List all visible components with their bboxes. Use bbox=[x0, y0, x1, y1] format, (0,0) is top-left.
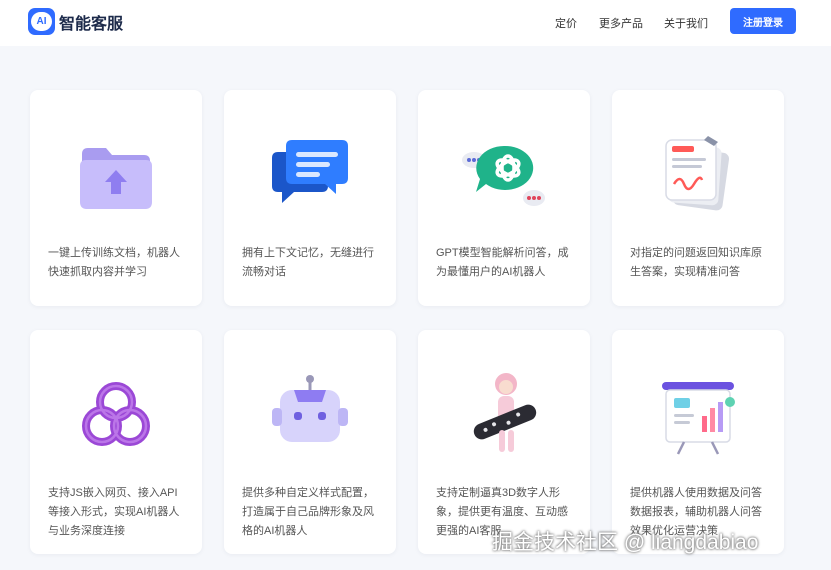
knot-icon bbox=[82, 382, 150, 446]
feature-card-analytics: 提供机器人使用数据及问答数据报表，辅助机器人问答效果优化运营决策 bbox=[612, 330, 784, 554]
feature-text: GPT模型智能解析问答，成为最懂用户的AI机器人 bbox=[436, 247, 569, 278]
feature-card-knowledge: 对指定的问题返回知识库原生答案，实现精准问答 bbox=[612, 90, 784, 306]
feature-card-gpt: GPT模型智能解析问答，成为最懂用户的AI机器人 bbox=[418, 90, 590, 306]
document-stack-icon bbox=[665, 136, 730, 211]
register-login-button[interactable]: 注册登录 bbox=[730, 8, 796, 34]
ai-badge-icon: AI bbox=[28, 8, 55, 35]
feature-text: 一键上传训练文档，机器人快速抓取内容并学习 bbox=[48, 247, 180, 278]
nav-more-products[interactable]: 更多产品 bbox=[599, 15, 643, 31]
robot-icon bbox=[272, 375, 348, 442]
feature-card-digital-human: 支持定制逼真3D数字人形象，提供更有温度、互动感更强的AI客服 bbox=[418, 330, 590, 554]
chat-bubble-icon bbox=[272, 140, 348, 203]
top-navbar: AI 智能客服 定价 更多产品 关于我们 注册登录 bbox=[0, 0, 831, 46]
feature-text: 对指定的问题返回知识库原生答案，实现精准问答 bbox=[630, 247, 762, 278]
data-board-icon bbox=[662, 382, 735, 455]
nav-about[interactable]: 关于我们 bbox=[664, 15, 708, 31]
feature-card-integration: 支持JS嵌入网页、接入API等接入形式，实现AI机器人与业务深度连接 bbox=[30, 330, 202, 554]
openai-logo-icon bbox=[462, 145, 545, 206]
brand-logo[interactable]: AI 智能客服 bbox=[28, 8, 123, 35]
feature-card-upload: 一键上传训练文档，机器人快速抓取内容并学习 bbox=[30, 90, 202, 306]
watermark-text: 掘金技术社区 @ liangdabiao bbox=[492, 531, 759, 554]
avatar-figure-icon bbox=[473, 373, 537, 452]
feature-text: 拥有上下文记忆，无缝进行流畅对话 bbox=[242, 247, 374, 278]
folder-upload-icon bbox=[80, 148, 152, 209]
brand-name: 智能客服 bbox=[59, 15, 124, 33]
ai-badge-text: AI bbox=[31, 12, 52, 31]
feature-text: 支持JS嵌入网页、接入API等接入形式，实现AI机器人与业务深度连接 bbox=[48, 487, 180, 537]
nav-pricing[interactable]: 定价 bbox=[555, 15, 577, 31]
feature-text: 提供多种自定义样式配置，打造属于自己品牌形象及风格的AI机器人 bbox=[242, 487, 374, 537]
feature-card-context: 拥有上下文记忆，无缝进行流畅对话 bbox=[224, 90, 396, 306]
feature-card-style: 提供多种自定义样式配置，打造属于自己品牌形象及风格的AI机器人 bbox=[224, 330, 396, 554]
